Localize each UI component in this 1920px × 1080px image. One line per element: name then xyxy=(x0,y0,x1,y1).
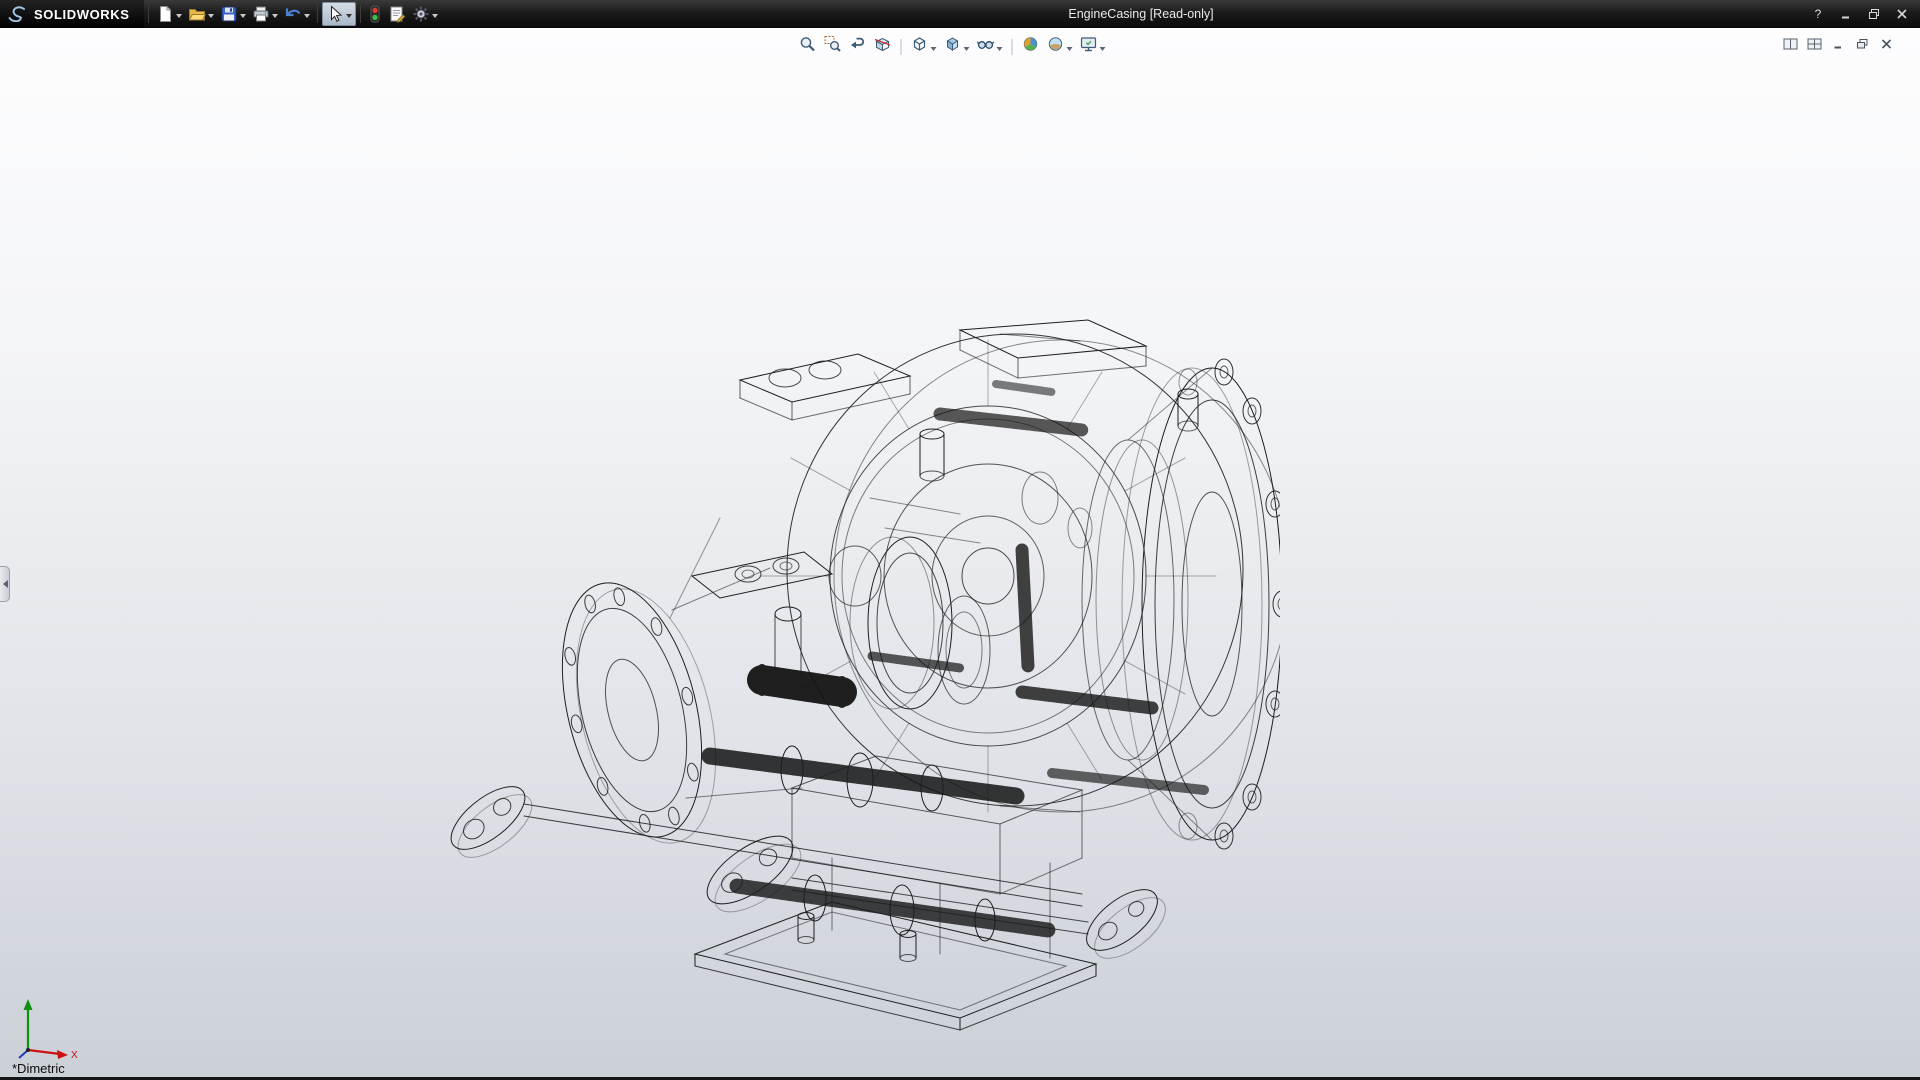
solidworks-logo: SOLIDWORKS xyxy=(0,0,144,28)
zoom-area-button[interactable] xyxy=(822,34,844,59)
doc-close-icon xyxy=(1880,38,1893,50)
undo-button[interactable] xyxy=(281,2,313,26)
engine-casing-wireframe[interactable] xyxy=(440,318,1280,1042)
view-orientation-icon xyxy=(911,35,929,58)
view-settings-button[interactable] xyxy=(1078,34,1108,59)
print-button[interactable] xyxy=(249,2,281,26)
x-axis-label: X xyxy=(71,1050,78,1061)
view-orientation-label: *Dimetric xyxy=(12,1061,65,1076)
toolbar-separator xyxy=(360,5,361,23)
dropdown-caret-icon[interactable] xyxy=(304,14,310,21)
expand-panel-arrow-icon xyxy=(0,580,8,588)
hide-show-items-icon xyxy=(977,35,995,58)
select-button[interactable] xyxy=(322,2,356,26)
display-style-button[interactable] xyxy=(942,34,972,59)
doc-minimize-button[interactable] xyxy=(1828,36,1848,51)
zoom-fit-icon xyxy=(799,35,817,58)
dropdown-caret-icon[interactable] xyxy=(240,14,246,21)
file-properties-button[interactable] xyxy=(385,2,409,26)
restore-icon xyxy=(1868,8,1880,20)
section-view-button[interactable] xyxy=(872,34,894,59)
section-view-icon xyxy=(874,35,892,58)
dropdown-caret-icon[interactable] xyxy=(432,14,438,21)
toolbar-separator xyxy=(317,5,318,23)
options-button[interactable] xyxy=(409,2,441,26)
graphics-area[interactable]: X *Dimetric xyxy=(0,28,1920,1080)
window-title: EngineCasing [Read-only] xyxy=(1068,7,1213,21)
toolbar-separator xyxy=(1012,39,1013,55)
hide-show-items-button[interactable] xyxy=(975,34,1005,59)
doc-tile-icon xyxy=(1807,38,1822,50)
dropdown-caret-icon[interactable] xyxy=(346,14,352,21)
doc-restore-button[interactable] xyxy=(1852,36,1872,51)
edit-appearance-button[interactable] xyxy=(1020,34,1042,59)
doc-close-button[interactable] xyxy=(1876,36,1896,51)
dropdown-caret-icon[interactable] xyxy=(208,14,214,21)
open-folder-icon xyxy=(188,5,206,23)
apply-scene-icon xyxy=(1047,35,1065,58)
featuremanager-collapsed-tab[interactable] xyxy=(0,566,10,602)
open-button[interactable] xyxy=(185,2,217,26)
brand-name: SOLIDWORKS xyxy=(34,7,130,22)
save-icon xyxy=(220,5,238,23)
dropdown-caret-icon[interactable] xyxy=(176,14,182,21)
window-controls: ? xyxy=(1806,0,1914,28)
dropdown-caret-icon[interactable] xyxy=(931,47,937,54)
titlebar: SOLIDWORKS xyxy=(0,0,1920,28)
previous-view-icon xyxy=(849,35,867,58)
toolbar-separator xyxy=(148,5,149,23)
doc-split-icon xyxy=(1783,38,1798,50)
close-button[interactable] xyxy=(1890,5,1914,23)
doc-split-button[interactable] xyxy=(1780,36,1800,51)
view-settings-icon xyxy=(1080,35,1098,58)
close-icon xyxy=(1896,8,1908,20)
doc-restore-icon xyxy=(1856,38,1869,50)
new-document-icon xyxy=(156,5,174,23)
display-style-icon xyxy=(944,35,962,58)
zoom-fit-button[interactable] xyxy=(797,34,819,59)
zoom-area-icon xyxy=(824,35,842,58)
help-label: ? xyxy=(1815,7,1822,21)
select-arrow-icon xyxy=(326,5,344,23)
apply-scene-button[interactable] xyxy=(1045,34,1075,59)
minimize-button[interactable] xyxy=(1834,5,1858,23)
dropdown-caret-icon[interactable] xyxy=(1067,47,1073,54)
3ds-swirl-icon xyxy=(8,6,28,22)
new-button[interactable] xyxy=(153,2,185,26)
dropdown-caret-icon[interactable] xyxy=(1100,47,1106,54)
toolbar-separator xyxy=(901,39,902,55)
heads-up-view-toolbar xyxy=(797,34,1108,59)
minimize-icon xyxy=(1840,8,1852,20)
dropdown-caret-icon[interactable] xyxy=(964,47,970,54)
save-button[interactable] xyxy=(217,2,249,26)
doc-minimize-icon xyxy=(1832,38,1845,50)
x-axis-arrow-icon xyxy=(57,1050,68,1059)
reference-triad: X xyxy=(14,994,84,1064)
print-icon xyxy=(252,5,270,23)
previous-view-button[interactable] xyxy=(847,34,869,59)
y-axis-arrow-icon xyxy=(24,999,33,1010)
rebuild-button[interactable] xyxy=(365,2,385,26)
edit-appearance-icon xyxy=(1022,35,1040,58)
file-properties-icon xyxy=(388,5,406,23)
restore-button[interactable] xyxy=(1862,5,1886,23)
options-gear-icon xyxy=(412,5,430,23)
rebuild-stoplight-icon xyxy=(368,5,382,23)
help-button[interactable]: ? xyxy=(1806,5,1830,23)
view-orientation-button[interactable] xyxy=(909,34,939,59)
application-window: SOLIDWORKS xyxy=(0,0,1920,1080)
doc-tile-button[interactable] xyxy=(1804,36,1824,51)
dropdown-caret-icon[interactable] xyxy=(272,14,278,21)
document-window-controls xyxy=(1780,36,1896,51)
undo-icon xyxy=(284,5,302,23)
dropdown-caret-icon[interactable] xyxy=(997,47,1003,54)
